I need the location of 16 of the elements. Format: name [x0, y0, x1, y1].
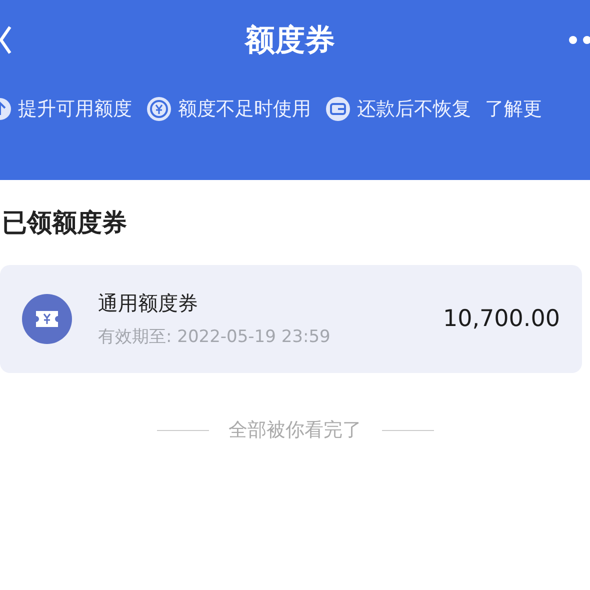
- feature-label: 还款后不恢复: [357, 97, 471, 122]
- coin-icon: [146, 96, 172, 122]
- section-title: 已领额度券: [2, 207, 128, 239]
- more-icon[interactable]: [568, 35, 590, 45]
- card-icon: [325, 96, 351, 122]
- end-of-list-text: 全部被你看完了: [228, 418, 362, 443]
- learn-more-link[interactable]: 了解更: [485, 96, 542, 122]
- feature-label: 额度不足时使用: [178, 97, 311, 122]
- coupon-amount: 10,700.00: [442, 306, 560, 332]
- coupon-name: 通用额度券: [98, 290, 199, 317]
- feature-label: 提升可用额度: [18, 97, 132, 122]
- ticket-icon: [22, 294, 72, 344]
- validity-text: 有效期至: 2022-05-19 23:59: [98, 326, 332, 348]
- back-icon[interactable]: [0, 25, 12, 55]
- page-title: 额度券: [245, 22, 335, 60]
- coupon-card[interactable]: 通用额度券 有效期至: 2022-05-19 23:59 10,700.00: [0, 265, 582, 373]
